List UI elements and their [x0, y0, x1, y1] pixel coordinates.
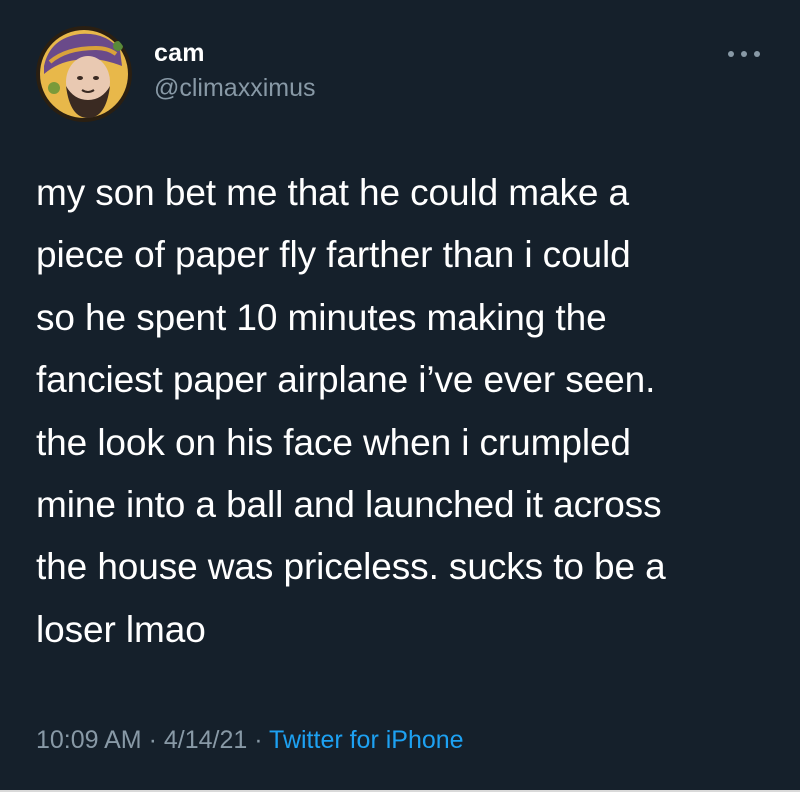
tweet-header: cam @climaxximus	[36, 26, 766, 122]
avatar-image	[36, 26, 132, 122]
meta-separator: ·	[141, 726, 164, 754]
tweet-text-line: so he spent 10 minutes making the	[36, 296, 607, 338]
tweet-date[interactable]: 4/14/21	[164, 726, 247, 754]
tweet-text-line: my son bet me that he could make a	[36, 172, 630, 213]
tweet-text-line: the house was priceless. sucks to be a	[36, 546, 666, 588]
avatar[interactable]	[36, 26, 132, 122]
dot-icon	[754, 51, 760, 57]
tweet-meta: 10:09 AM · 4/14/21 · Twitter for iPhone	[36, 724, 464, 756]
meta-separator: ·	[247, 726, 270, 754]
display-name[interactable]: cam	[154, 38, 316, 68]
tweet-text-line: fanciest paper airplane i’ve ever seen.	[36, 359, 656, 401]
tweet-text-line: the look on his face when i crumpled	[36, 421, 631, 463]
tweet-text-line: loser lmao	[36, 608, 206, 650]
tweet-text: my son bet me that he could make a piece…	[36, 162, 776, 661]
tweet-source-link[interactable]: Twitter for iPhone	[269, 726, 464, 754]
user-handle[interactable]: @climaxximus	[154, 72, 316, 104]
tweet-text-line: piece of paper fly farther than i could	[36, 234, 631, 276]
tweet-time[interactable]: 10:09 AM	[36, 726, 142, 754]
more-options-icon[interactable]	[728, 48, 760, 60]
tweet-card: cam @climaxximus my son bet me that he c…	[0, 0, 800, 792]
tweet-text-line: mine into a ball and launched it across	[36, 484, 662, 526]
dot-icon	[728, 51, 734, 57]
user-names: cam @climaxximus	[154, 38, 316, 104]
dot-icon	[741, 51, 747, 57]
